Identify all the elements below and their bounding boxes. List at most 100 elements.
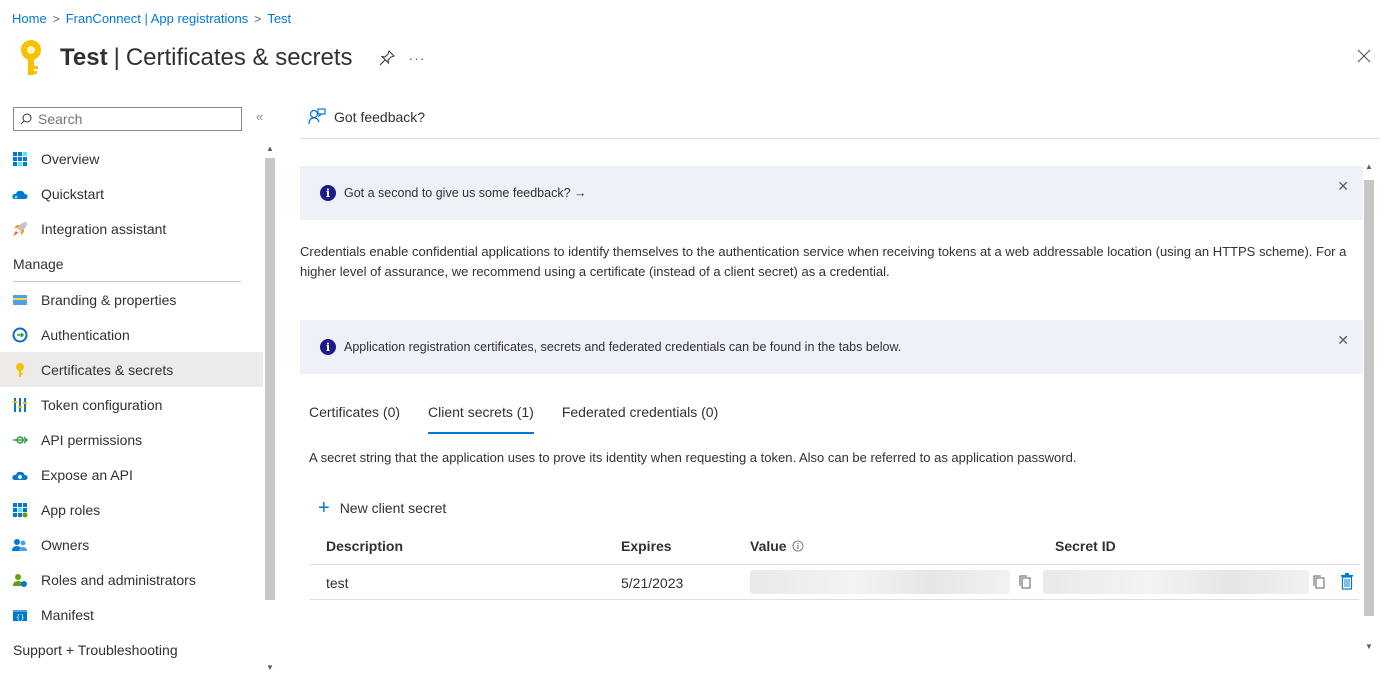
sidebar-item-expose-api[interactable]: Expose an API <box>0 457 263 492</box>
dismiss-banner-icon[interactable]: ✕ <box>1337 178 1349 195</box>
more-options-icon[interactable]: ··· <box>409 50 426 66</box>
sidebar-item-owners[interactable]: Owners <box>0 527 263 562</box>
manage-section-header: Manage <box>13 255 64 272</box>
close-icon[interactable] <box>1356 48 1372 64</box>
plus-icon: + <box>318 497 330 519</box>
branding-card-icon <box>13 294 27 305</box>
column-header-secret-id: Secret ID <box>1055 538 1116 554</box>
sidebar-scrollbar[interactable]: ▲ ▼ <box>263 140 277 676</box>
sidebar-item-label: App roles <box>41 501 101 518</box>
pin-icon[interactable] <box>379 50 395 66</box>
sidebar-item-label: Authentication <box>41 326 130 343</box>
tab-certificates[interactable]: Certificates (0) <box>309 404 400 434</box>
main-content: Got feedback? i Got a second to give us … <box>300 100 1380 676</box>
search-input[interactable] <box>38 111 228 127</box>
sidebar-item-label: Certificates & secrets <box>41 361 174 378</box>
key-icon <box>21 40 41 75</box>
sidebar-item-label: Roles and administrators <box>41 571 196 588</box>
manifest-icon: {} <box>13 609 27 621</box>
title-separator: | <box>113 44 120 71</box>
sidebar-item-api-permissions[interactable]: API permissions <box>0 422 263 457</box>
admin-person-icon <box>13 573 27 587</box>
new-client-secret-button[interactable]: + New client secret <box>318 498 446 518</box>
support-section-header: Support + Troubleshooting <box>13 641 178 658</box>
key-icon <box>16 362 24 377</box>
copy-value-icon[interactable] <box>1019 575 1031 589</box>
secret-description: test <box>326 575 349 591</box>
new-client-secret-label: New client secret <box>339 500 447 516</box>
breadcrumb: Home > FranConnect | App registrations >… <box>12 11 291 26</box>
sidebar-item-quickstart[interactable]: Quickstart <box>0 176 263 211</box>
info-banner-text: Application registration certificates, s… <box>344 340 902 354</box>
sidebar-item-roles-admins[interactable]: Roles and administrators <box>0 562 263 597</box>
scrollbar-thumb[interactable] <box>265 158 275 600</box>
info-icon: i <box>320 185 336 201</box>
owners-people-icon <box>12 538 27 551</box>
row-divider <box>309 599 1359 600</box>
secret-value-redacted <box>750 570 1010 594</box>
token-bars-icon <box>13 397 27 412</box>
sidebar-item-branding[interactable]: Branding & properties <box>0 282 263 317</box>
copy-secret-id-icon[interactable] <box>1313 575 1325 589</box>
sidebar-item-integration-assistant[interactable]: Integration assistant <box>0 211 263 246</box>
sidebar-item-certificates-secrets[interactable]: Certificates & secrets <box>0 352 263 387</box>
cloud-api-icon <box>12 471 28 480</box>
search-icon <box>20 113 32 125</box>
rocket-icon <box>13 221 27 236</box>
secret-id-redacted <box>1043 570 1309 594</box>
breadcrumb-separator: > <box>254 11 262 26</box>
column-header-expires: Expires <box>621 538 672 554</box>
sidebar-item-label: Integration assistant <box>41 220 167 237</box>
feedback-button[interactable]: Got feedback? <box>308 108 425 126</box>
sidebar-item-label: Overview <box>41 150 100 167</box>
header-divider <box>309 564 1359 565</box>
sidebar: « Overview Quickstart Integrat <box>0 100 278 676</box>
sidebar-item-token-configuration[interactable]: Token configuration <box>0 387 263 422</box>
command-bar-divider <box>300 138 1380 139</box>
info-outline-icon[interactable] <box>792 540 804 552</box>
sidebar-item-manifest[interactable]: {} Manifest <box>0 597 263 632</box>
auth-circle-icon <box>12 327 28 342</box>
scroll-up-icon[interactable]: ▲ <box>266 144 274 153</box>
client-secrets-description: A secret string that the application use… <box>309 450 1077 465</box>
search-box[interactable] <box>13 107 242 131</box>
breadcrumb-app-registrations[interactable]: FranConnect | App registrations <box>66 11 249 26</box>
sidebar-item-authentication[interactable]: Authentication <box>0 317 263 352</box>
tab-federated-credentials[interactable]: Federated credentials (0) <box>562 404 718 434</box>
tab-client-secrets[interactable]: Client secrets (1) <box>428 404 534 434</box>
breadcrumb-home[interactable]: Home <box>12 11 47 26</box>
cloud-icon <box>12 190 28 199</box>
collapse-sidebar-icon[interactable]: « <box>256 109 263 124</box>
scroll-down-icon[interactable]: ▼ <box>266 663 274 672</box>
main-scrollbar[interactable]: ▲ ▼ <box>1362 160 1376 660</box>
scroll-up-icon[interactable]: ▲ <box>1365 162 1373 171</box>
svg-text:{}: {} <box>16 613 24 621</box>
column-header-value: Value <box>750 538 804 554</box>
permission-arrow-icon <box>13 435 28 444</box>
app-roles-grid-icon <box>13 502 28 517</box>
sidebar-nav: Overview Quickstart Integration assistan… <box>0 141 263 667</box>
scrollbar-thumb[interactable] <box>1364 180 1374 616</box>
sidebar-item-label: API permissions <box>41 431 143 448</box>
delete-icon[interactable] <box>1340 573 1354 590</box>
sidebar-item-label: Token configuration <box>41 396 163 413</box>
feedback-banner-text[interactable]: Got a second to give us some feedback? → <box>344 186 587 200</box>
credential-tabs: Certificates (0) Client secrets (1) Fede… <box>309 404 746 434</box>
feedback-person-icon <box>308 108 326 125</box>
scroll-down-icon[interactable]: ▼ <box>1365 642 1373 651</box>
sidebar-item-label: Manifest <box>41 606 94 623</box>
dismiss-banner-icon[interactable]: ✕ <box>1337 332 1349 349</box>
sidebar-item-overview[interactable]: Overview <box>0 141 263 176</box>
info-icon: i <box>320 339 336 355</box>
column-header-label: Value <box>750 538 787 554</box>
feedback-banner: i Got a second to give us some feedback?… <box>300 166 1363 220</box>
breadcrumb-test[interactable]: Test <box>267 11 291 26</box>
sidebar-item-label: Owners <box>41 536 90 553</box>
sidebar-item-label: Expose an API <box>41 466 133 483</box>
feedback-label: Got feedback? <box>334 109 426 125</box>
breadcrumb-separator: > <box>52 11 60 26</box>
info-banner: i Application registration certificates,… <box>300 320 1363 374</box>
page-subtitle: Certificates & secrets <box>125 44 353 71</box>
sidebar-item-app-roles[interactable]: App roles <box>0 492 263 527</box>
sidebar-item-label: Quickstart <box>41 185 105 202</box>
